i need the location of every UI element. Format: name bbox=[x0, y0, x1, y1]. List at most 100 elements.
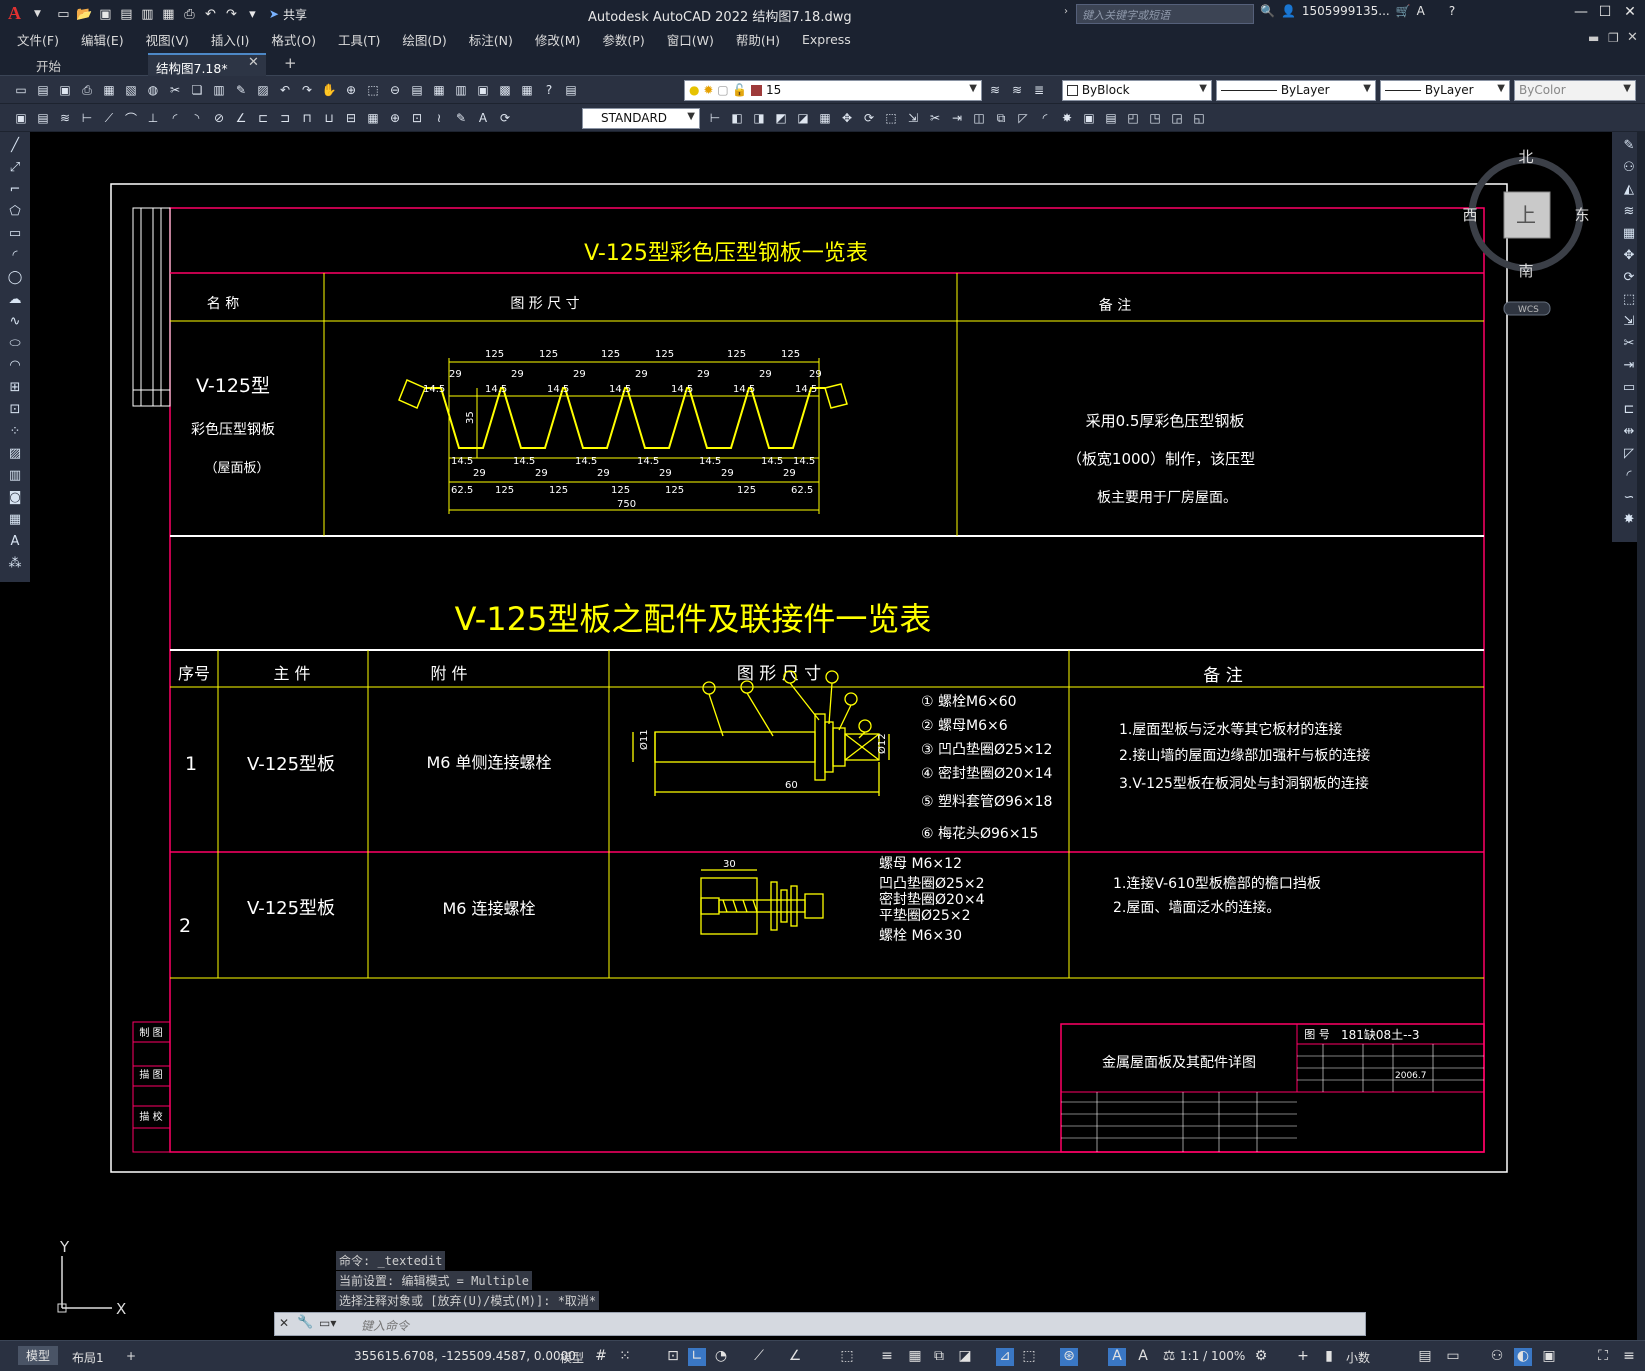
menu-file[interactable]: 文件(F) bbox=[6, 30, 70, 49]
group-icon[interactable]: ▣ bbox=[1080, 109, 1098, 127]
tool-icon-2[interactable]: ▤ bbox=[34, 109, 52, 127]
explode-icon[interactable]: ✸ bbox=[1058, 109, 1076, 127]
add-layout-icon[interactable]: + bbox=[126, 1349, 136, 1363]
jogged-icon[interactable]: ◝ bbox=[188, 109, 206, 127]
customization-icon[interactable]: ≡ bbox=[1620, 1348, 1638, 1366]
dim-update-icon[interactable]: ⟳ bbox=[496, 109, 514, 127]
dimstyle-dropdown[interactable]: STANDARD ▼ bbox=[582, 108, 700, 129]
menu-tools[interactable]: 工具(T) bbox=[327, 30, 391, 49]
save-icon[interactable]: ▣ bbox=[97, 6, 114, 23]
menu-help[interactable]: 帮助(H) bbox=[725, 30, 791, 49]
close-icon[interactable]: ✕ bbox=[1617, 4, 1643, 24]
command-input[interactable]: 键入命令 bbox=[361, 1317, 409, 1334]
fillet-icon[interactable]: ◜ bbox=[1036, 109, 1054, 127]
block-icon[interactable]: ◰ bbox=[1124, 109, 1142, 127]
break-point-icon[interactable]: ◫ bbox=[970, 109, 988, 127]
undo-icon[interactable]: ↶ bbox=[202, 6, 219, 23]
inspect-icon[interactable]: ⊡ bbox=[408, 109, 426, 127]
break-at-point-icon[interactable]: ⊏ bbox=[1620, 402, 1638, 420]
light-bulb-icon[interactable]: ● bbox=[689, 83, 699, 97]
menu-modify[interactable]: 修改(M) bbox=[524, 30, 592, 49]
menu-draw[interactable]: 绘图(D) bbox=[391, 30, 457, 49]
arc-length-icon[interactable]: ⌒ bbox=[122, 109, 140, 127]
dimstyle-icon[interactable]: ⊢ bbox=[706, 109, 724, 127]
offset-tool-icon[interactable]: ≋ bbox=[1620, 204, 1638, 222]
ellipse-arc-icon[interactable]: ◠ bbox=[6, 358, 24, 376]
layer-dropdown[interactable]: ● ✹ ▢ 🔓 15 ▼ bbox=[684, 80, 982, 101]
model-space-toggle[interactable]: 模型 bbox=[560, 1349, 584, 1366]
move-icon[interactable]: ✥ bbox=[838, 109, 856, 127]
user-icon[interactable]: 👤 bbox=[1281, 4, 1296, 18]
scale-icon[interactable]: ⬚ bbox=[882, 109, 900, 127]
menu-edit[interactable]: 编辑(E) bbox=[70, 30, 135, 49]
lock-ui-icon[interactable]: ▭ bbox=[1444, 1348, 1462, 1366]
annotation-visibility-icon[interactable]: A bbox=[1108, 1348, 1126, 1366]
selection-filter-icon[interactable]: ⬚ bbox=[1020, 1348, 1038, 1366]
layer-state-icon[interactable]: ≣ bbox=[1030, 81, 1048, 99]
block-editor-icon[interactable]: ▨ bbox=[254, 81, 272, 99]
menu-insert[interactable]: 插入(I) bbox=[200, 30, 260, 49]
print-icon[interactable]: ⎙ bbox=[78, 81, 96, 99]
region-icon[interactable]: ◙ bbox=[6, 490, 24, 508]
layer-previous-icon[interactable]: ≋ bbox=[1008, 81, 1026, 99]
extend-icon[interactable]: ⇥ bbox=[948, 109, 966, 127]
viewport-freeze-icon[interactable]: ▢ bbox=[717, 83, 728, 97]
vertical-scrollbar[interactable] bbox=[1637, 132, 1645, 1340]
units-value[interactable]: 小数 bbox=[1346, 1349, 1370, 1366]
lock-icon[interactable]: 🔓 bbox=[732, 83, 747, 97]
cart-icon[interactable]: 🛒 bbox=[1396, 4, 1411, 18]
open-icon[interactable]: 📂 bbox=[76, 6, 93, 23]
scale-tool-icon[interactable]: ⬚ bbox=[1620, 292, 1638, 310]
annotation-scale-value[interactable]: 1:1 / 100% bbox=[1180, 1349, 1245, 1363]
rectangle-icon[interactable]: ▭ bbox=[6, 226, 24, 244]
dynamic-ucs-icon[interactable]: ⊿ bbox=[996, 1348, 1014, 1366]
customize-wrench-icon[interactable]: 🔧 bbox=[297, 1315, 313, 1330]
stretch-tool-icon[interactable]: ⇲ bbox=[1620, 314, 1638, 332]
extend-tool-icon[interactable]: ⇥ bbox=[1620, 358, 1638, 376]
match-properties-icon[interactable]: ✎ bbox=[232, 81, 250, 99]
ortho-icon[interactable]: ∟ bbox=[688, 1348, 706, 1366]
ellipse-icon[interactable]: ⬭ bbox=[6, 336, 24, 354]
mirror-tool-icon[interactable]: ◭ bbox=[1620, 182, 1638, 200]
new-tab-icon[interactable]: + bbox=[284, 54, 297, 72]
insert-block-icon[interactable]: ⊞ bbox=[6, 380, 24, 398]
ordinate-icon[interactable]: ⊥ bbox=[144, 109, 162, 127]
help-tool-icon[interactable]: ? bbox=[540, 81, 558, 99]
construction-line-icon[interactable]: ⤢ bbox=[6, 160, 24, 178]
grid-icon[interactable]: # bbox=[592, 1348, 610, 1366]
linear-dim-icon[interactable]: ⊢ bbox=[78, 109, 96, 127]
menu-dimension[interactable]: 标注(N) bbox=[458, 30, 524, 49]
autoscale-icon[interactable]: A bbox=[1134, 1348, 1152, 1366]
transparency-icon[interactable]: ▦ bbox=[906, 1348, 924, 1366]
quick-properties-icon[interactable]: ▤ bbox=[1416, 1348, 1434, 1366]
mtext-icon[interactable]: A bbox=[6, 534, 24, 552]
table-icon[interactable]: ▦ bbox=[6, 512, 24, 530]
isolate-objects-icon[interactable]: ⚇ bbox=[1488, 1348, 1506, 1366]
break-tool-icon[interactable]: ▭ bbox=[1620, 380, 1638, 398]
center-mark-icon[interactable]: ⊕ bbox=[386, 109, 404, 127]
graphics-performance-icon[interactable]: ◐ bbox=[1514, 1348, 1532, 1366]
preview-icon[interactable]: ▦ bbox=[100, 81, 118, 99]
rotate-tool-icon[interactable]: ⟳ bbox=[1620, 270, 1638, 288]
recent-commands-icon[interactable]: ▭▾ bbox=[319, 1316, 336, 1330]
workspace-gear-icon[interactable]: ⚙ bbox=[1252, 1348, 1270, 1366]
plotstyle-dropdown[interactable]: ByColor ▼ bbox=[1514, 80, 1636, 101]
selection-cycling-icon[interactable]: ⧉ bbox=[930, 1348, 948, 1366]
maximize-icon[interactable]: ☐ bbox=[1592, 4, 1618, 24]
sheet-set-icon[interactable]: ▣ bbox=[474, 81, 492, 99]
doc-close-icon[interactable]: ✕ bbox=[1627, 30, 1638, 45]
chamfer-icon[interactable]: ◸ bbox=[1014, 109, 1032, 127]
spline-icon[interactable]: ∿ bbox=[6, 314, 24, 332]
search-input[interactable]: 键入关键字或短语 bbox=[1076, 4, 1254, 24]
make-current-layer-icon[interactable]: ≋ bbox=[986, 81, 1004, 99]
qnew-icon[interactable]: ▭ bbox=[12, 81, 30, 99]
radius-icon[interactable]: ◜ bbox=[166, 109, 184, 127]
compass-south[interactable]: 南 bbox=[1518, 262, 1533, 280]
properties-icon[interactable]: ▤ bbox=[408, 81, 426, 99]
chamfer-tool-icon[interactable]: ◸ bbox=[1620, 446, 1638, 464]
mirror-icon[interactable]: ◩ bbox=[772, 109, 790, 127]
minimize-icon[interactable]: — bbox=[1568, 4, 1594, 24]
user-name[interactable]: 1505999135... bbox=[1302, 4, 1390, 18]
polyline-icon[interactable]: ⌐ bbox=[6, 182, 24, 200]
sun-icon[interactable]: ✹ bbox=[703, 83, 713, 97]
